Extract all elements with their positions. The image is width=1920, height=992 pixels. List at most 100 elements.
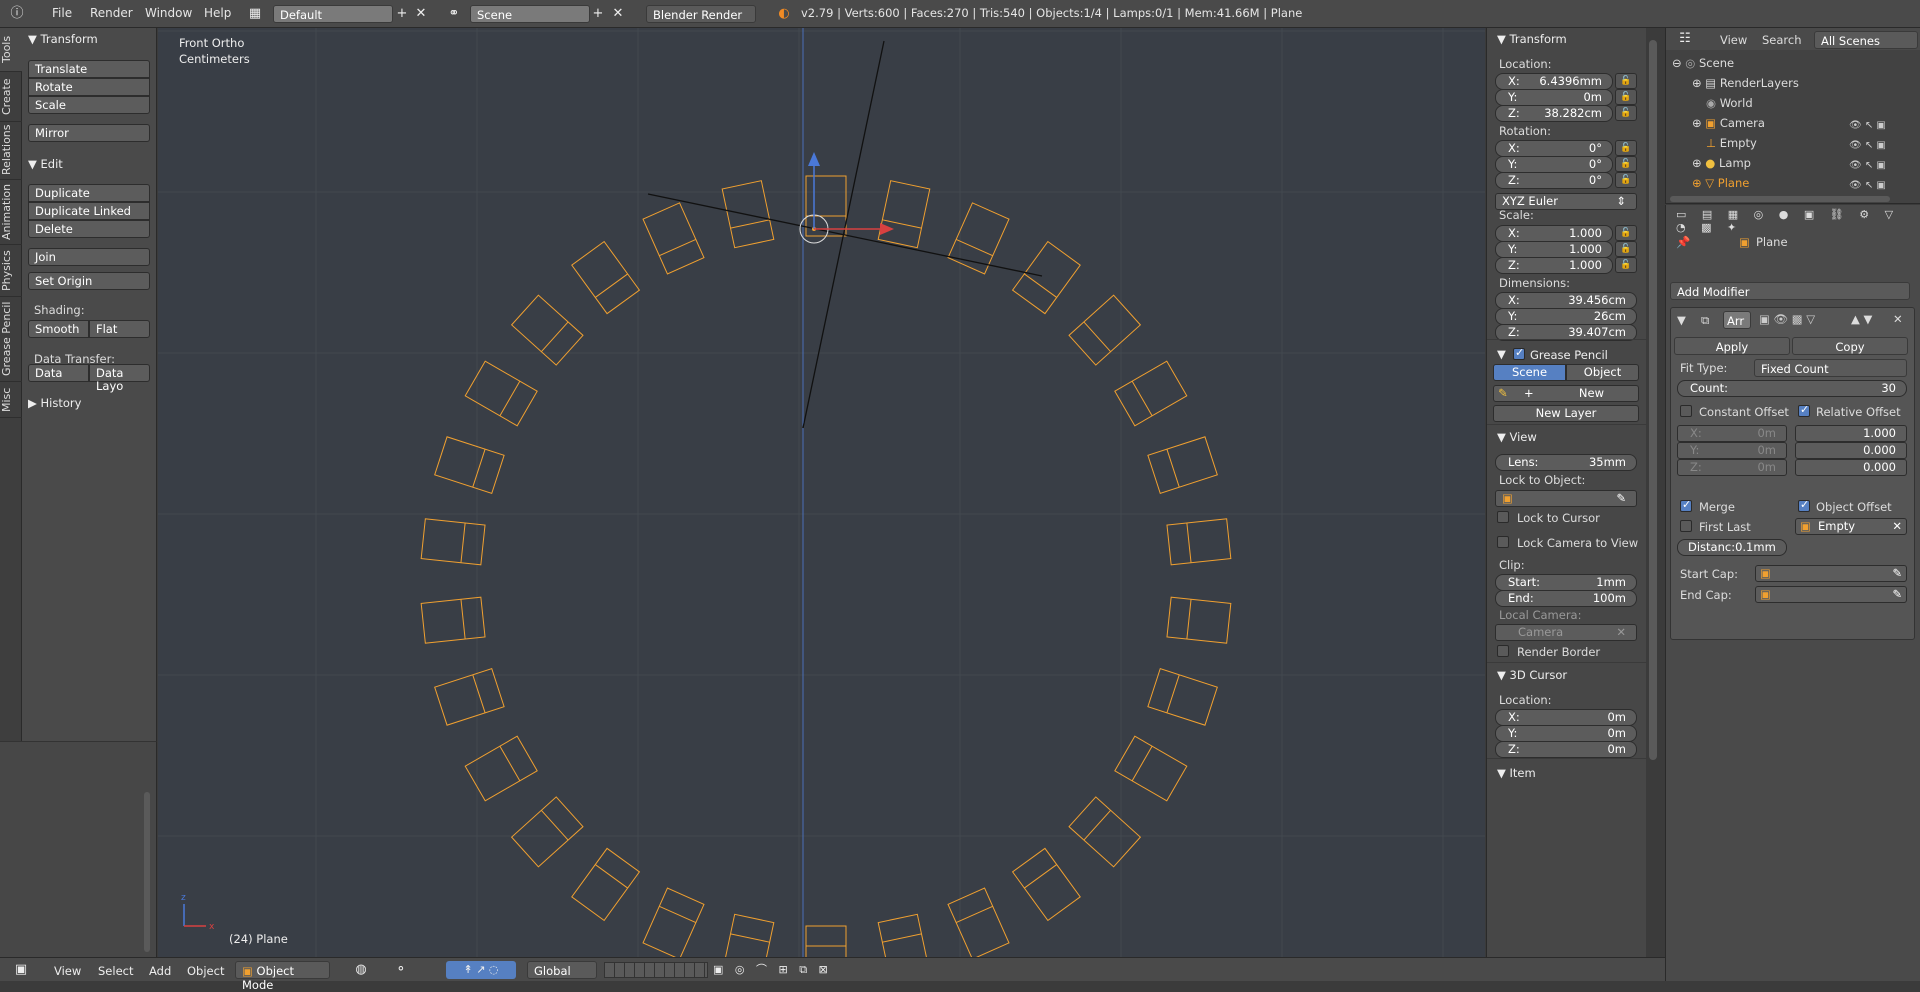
lock-location-x[interactable]: 🔓 [1615,73,1637,89]
view-panel-header[interactable]: ▼ View [1497,430,1537,444]
add-modifier-select[interactable]: Add Modifier [1670,282,1910,300]
mirror-button[interactable]: Mirror [28,124,150,142]
outliner-plane[interactable]: ⊕ ▽ Plane [1692,176,1749,190]
array-instance[interactable] [434,667,505,726]
lock-rotation-y[interactable]: 🔓 [1615,156,1637,172]
array-instance[interactable] [420,518,486,566]
duplicate-linked-button[interactable]: Duplicate Linked [28,202,150,220]
layer-buttons[interactable] [604,962,708,978]
count-field[interactable]: Count: 30 [1677,380,1907,397]
cursor-y-field[interactable]: Y: 0m [1495,725,1637,742]
array-instance[interactable] [1068,796,1142,868]
item-panel-header[interactable]: ▼ Item [1497,766,1536,780]
tab-misc[interactable]: Misc [0,382,22,418]
first-last-checkbox[interactable] [1680,520,1692,532]
array-instance[interactable] [1011,240,1081,315]
rotate-button[interactable]: Rotate [28,78,150,96]
constant-offset-checkbox[interactable] [1680,405,1692,417]
grease-pencil-checkbox[interactable] [1513,346,1525,360]
clip-start-field[interactable]: Start: 1mm [1495,574,1637,591]
array-instance[interactable] [1114,735,1188,802]
array-instance[interactable] [464,360,538,427]
array-instance[interactable] [877,180,931,249]
tab-grease-pencil[interactable]: Grease Pencil [0,297,22,382]
object-offset-checkbox[interactable] [1798,498,1810,512]
array-instance[interactable] [1147,436,1218,495]
relative-y-field[interactable]: 0.000 [1795,442,1907,459]
data-transfer-button[interactable]: Data [28,364,89,382]
clip-end-field[interactable]: End: 100m [1495,590,1637,607]
location-y-field[interactable]: Y: 0m [1495,89,1613,106]
array-instance[interactable] [1068,294,1142,366]
modifier-move-icons[interactable]: ▲ ▼ [1851,312,1872,326]
z-arrow-head[interactable] [808,152,820,166]
array-instance[interactable] [1166,596,1232,644]
array-instance[interactable] [1011,847,1081,922]
fit-type-select[interactable]: Fixed Count [1754,359,1907,377]
rotation-z-field[interactable]: Z: 0° [1495,172,1613,189]
modifier-name-field[interactable]: Arr [1723,311,1751,329]
scrollbar[interactable] [144,792,150,952]
array-instance[interactable] [947,887,1010,957]
dimension-y-field[interactable]: Y: 26cm [1495,308,1637,325]
array-instance[interactable] [721,913,775,957]
add-scene-icon[interactable]: + [589,5,607,23]
scale-y-field[interactable]: Y: 1.000 [1495,241,1613,258]
delete-button[interactable]: Delete [28,220,150,238]
modifier-remove-icon[interactable]: ✕ [1893,312,1903,326]
layout-field[interactable]: Default [273,5,393,23]
dimension-x-field[interactable]: X: 39.456cm [1495,292,1637,309]
select-menu[interactable]: Select [98,964,133,978]
scale-button[interactable]: Scale [28,96,150,114]
constant-x-field[interactable]: X: 0m [1677,425,1787,442]
outliner-renderlayers[interactable]: ⊕ ▤ RenderLayers [1692,76,1799,90]
remove-scene-icon[interactable]: ✕ [609,5,627,23]
array-instance[interactable] [464,735,538,802]
editor-type-icon[interactable]: ▣ [12,961,30,979]
view-menu[interactable]: View [54,964,81,978]
lock-rotation-x[interactable]: 🔓 [1615,140,1637,156]
scene-field[interactable]: Scene [470,5,590,23]
array-instance[interactable] [434,436,505,495]
scale-x-field[interactable]: X: 1.000 [1495,225,1613,242]
menu-file[interactable]: File [52,6,72,20]
lock-location-z[interactable]: 🔓 [1615,105,1637,121]
flat-button[interactable]: Flat [89,320,150,338]
cursor-x-field[interactable]: X: 0m [1495,709,1637,726]
history-panel-header[interactable]: ▶ History [28,396,81,410]
array-instance[interactable] [877,913,931,957]
gp-new-button[interactable]: ✎ + New [1493,385,1639,402]
grease-pencil-header[interactable]: ▼ [1497,347,1506,361]
scale-z-field[interactable]: Z: 1.000 [1495,257,1613,274]
relative-z-field[interactable]: 0.000 [1795,459,1907,476]
outliner-lamp[interactable]: ⊕ ● Lamp [1692,156,1751,170]
translate-button[interactable]: Translate [28,60,150,78]
gp-scene-tab[interactable]: Scene [1493,364,1566,381]
viewport-canvas[interactable]: z x [158,28,1485,957]
outliner-scene[interactable]: ⊖ ◎ Scene [1672,56,1734,70]
location-x-field[interactable]: X: 6.4396mm [1495,73,1613,90]
relative-x-field[interactable]: 1.000 [1795,425,1907,442]
merge-distance-field[interactable]: Distanc:0.1mm [1677,539,1787,556]
end-cap-field[interactable]: ▣ ✎ [1755,586,1907,603]
transform-panel-header[interactable]: ▼ Transform [28,32,98,46]
shading-icon[interactable]: ◍ [352,961,370,979]
outliner-editor-icon[interactable]: ☷ [1676,30,1694,48]
apply-button[interactable]: Apply [1674,337,1790,355]
3d-viewport[interactable]: Front Ortho Centimeters z x (24) Plane [158,28,1485,957]
merge-checkbox[interactable] [1680,498,1692,512]
tab-physics[interactable]: Physics [0,245,22,297]
location-z-field[interactable]: Z: 38.282cm [1495,105,1613,122]
constant-z-field[interactable]: Z: 0m [1677,459,1787,476]
snap-icons[interactable]: ▣ ◎ ⌒ ⊞ ⧉ ⊠ [713,961,873,979]
offset-object-field[interactable]: ▣ Empty ✕ [1795,518,1907,535]
lock-cursor-checkbox[interactable] [1497,511,1509,523]
mode-select[interactable]: ▣ Object Mode [235,961,330,992]
pivot-icon[interactable]: ⚬ [392,961,410,979]
menu-render[interactable]: Render [90,6,133,20]
outliner-world[interactable]: ◉ World [1706,96,1753,110]
properties-tab-icons[interactable]: ▭ ▤ ▦ ◎ ● ▣ ⛓ ⚙ ▽ ◔ ▩ ✦ [1676,208,1920,234]
array-instance[interactable] [1166,518,1232,566]
n-transform-header[interactable]: ▼ Transform [1497,32,1567,46]
join-button[interactable]: Join [28,248,150,266]
